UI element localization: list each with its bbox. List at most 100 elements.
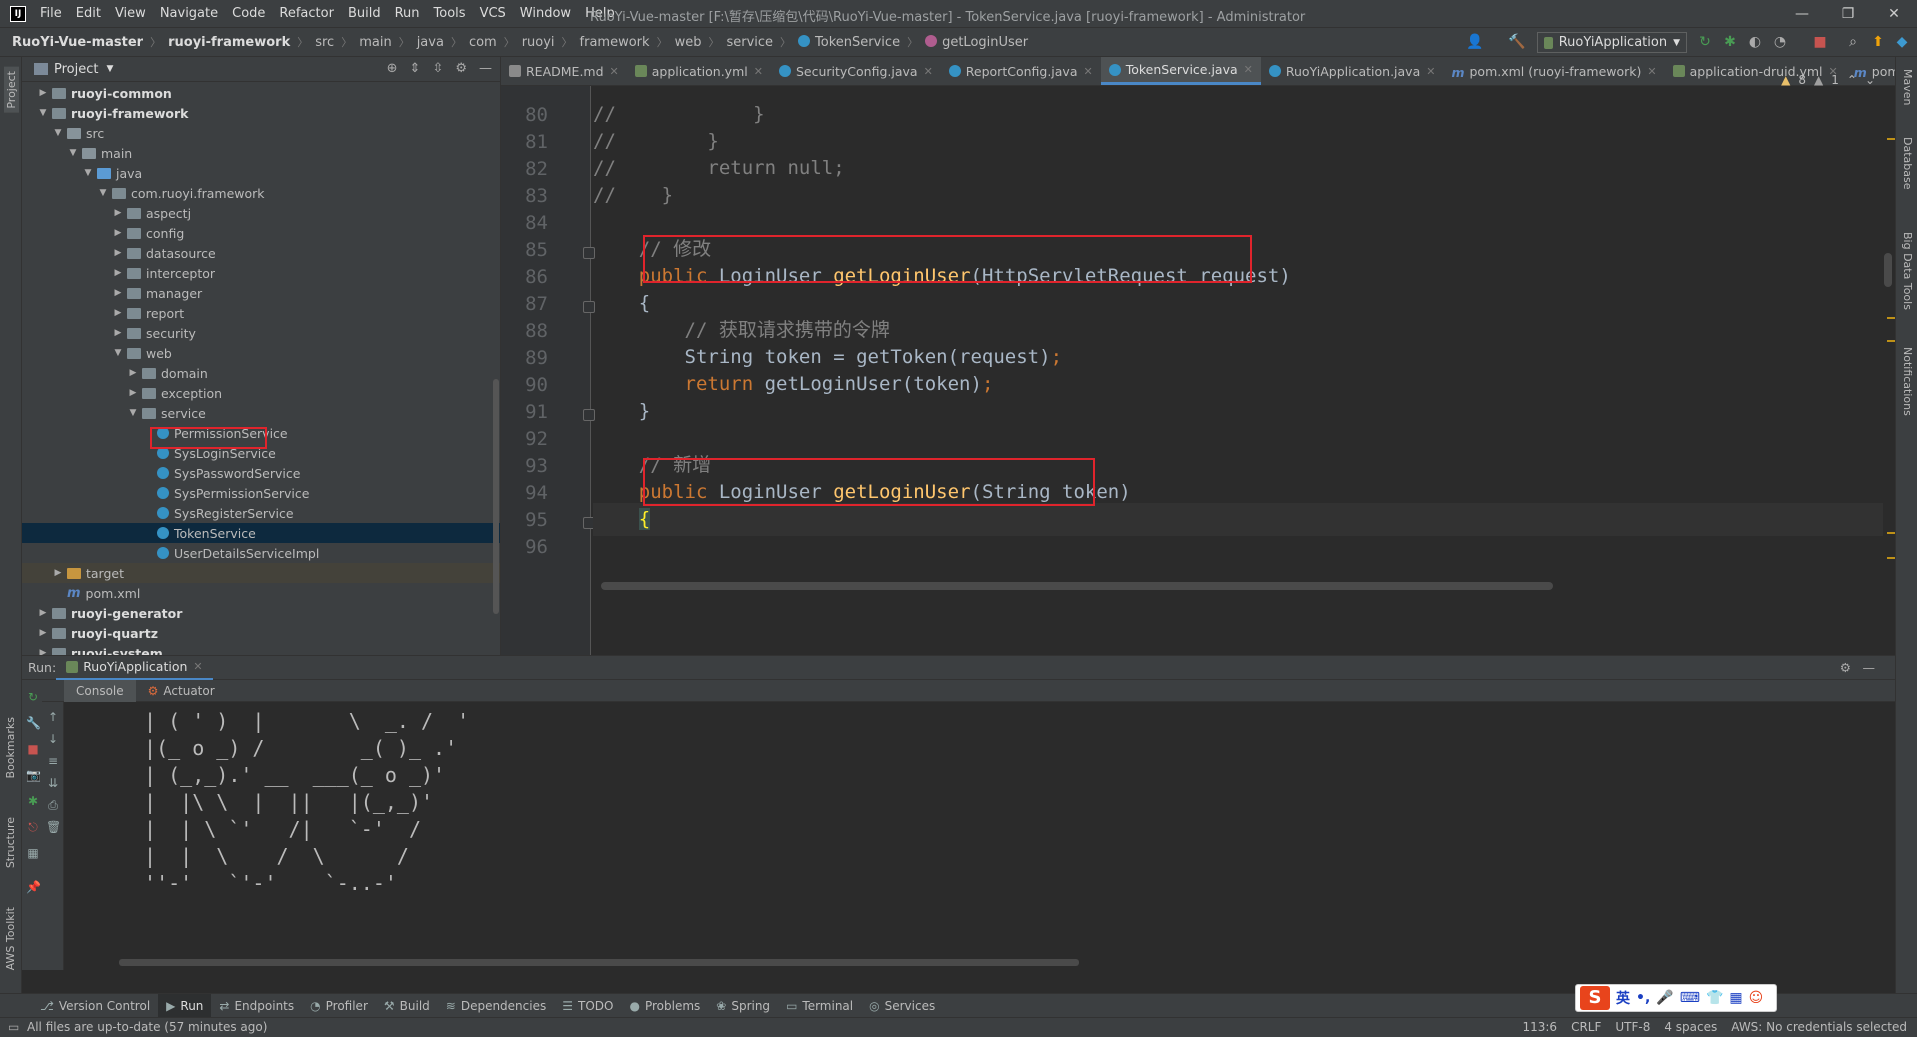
breadcrumb-item[interactable]: framework [580, 35, 650, 50]
tree-item[interactable]: ▼ web [22, 343, 500, 363]
debug-icon[interactable]: ✱ [26, 794, 40, 808]
tree-item[interactable]: ▶ config [22, 223, 500, 243]
arrow-down-icon[interactable]: ↓ [46, 732, 60, 746]
project-tool-button[interactable]: Project [4, 67, 19, 113]
menu-edit[interactable]: Edit [70, 6, 109, 21]
status-icon[interactable]: ▭ [8, 1020, 19, 1034]
tree-item[interactable]: ▼ main [22, 143, 500, 163]
camera-icon[interactable]: 📷 [26, 768, 41, 782]
menu-tools[interactable]: Tools [428, 6, 474, 21]
tree-item[interactable]: UserDetailsServiceImpl [22, 543, 500, 563]
tool-window-dependencies[interactable]: ≋ Dependencies [438, 994, 554, 1018]
chevron-right-icon[interactable]: ▶ [111, 208, 125, 218]
gear-icon[interactable]: ⚙ [1840, 660, 1851, 675]
project-panel-title[interactable]: Project [54, 62, 98, 77]
menu-code[interactable]: Code [226, 6, 273, 21]
hide-panel-icon[interactable]: — [479, 61, 492, 76]
close-icon[interactable]: ✕ [1647, 65, 1656, 78]
chevron-down-icon[interactable]: ▼ [96, 188, 110, 198]
ime-face-icon[interactable]: ☺ [1749, 990, 1764, 1006]
chevron-right-icon[interactable]: ▶ [111, 288, 125, 298]
tool-window-problems[interactable]: ● Problems [621, 994, 708, 1018]
error-stripe-mark[interactable] [1887, 557, 1895, 559]
status-item[interactable]: UTF-8 [1615, 1020, 1650, 1034]
tool-window-version-control[interactable]: ⎇ Version Control [32, 994, 158, 1018]
tree-item[interactable]: ▶ interceptor [22, 263, 500, 283]
pin-icon[interactable]: 📌 [26, 880, 41, 894]
tree-item[interactable]: ▶ ruoyi-system [22, 643, 500, 655]
chevron-down-icon[interactable]: ▼ [36, 108, 50, 118]
chevron-right-icon[interactable]: ▶ [111, 308, 125, 318]
tree-item[interactable]: SysPermissionService [22, 483, 500, 503]
tree-item[interactable]: ▶ target [22, 563, 500, 583]
chevron-down-icon[interactable]: ▼ [126, 408, 140, 418]
status-item[interactable]: AWS: No credentials selected [1731, 1020, 1907, 1034]
big-data-tools-button[interactable]: Big Data Tools [1901, 232, 1914, 310]
chevron-right-icon[interactable]: ▶ [36, 608, 50, 618]
layout-icon[interactable]: ▦ [26, 846, 40, 860]
trash-icon[interactable]: 🗑 [46, 820, 61, 834]
chevron-down-icon[interactable]: ▼ [81, 168, 95, 178]
error-stripe-mark[interactable] [1887, 532, 1895, 534]
tree-item[interactable]: ▼ java [22, 163, 500, 183]
menu-run[interactable]: Run [389, 6, 428, 21]
menu-navigate[interactable]: Navigate [154, 6, 226, 21]
locate-icon[interactable]: ⊕ [387, 61, 398, 76]
menu-view[interactable]: View [109, 6, 154, 21]
tree-item[interactable]: ▶ security [22, 323, 500, 343]
breadcrumb-item[interactable]: java [417, 35, 444, 50]
tree-item[interactable]: SysLoginService [22, 443, 500, 463]
chevron-right-icon[interactable]: ▶ [126, 388, 140, 398]
editor-tab[interactable]: README.md ✕ [501, 57, 627, 85]
chevron-down-icon[interactable]: ▼ [51, 128, 65, 138]
notifications-tool-button[interactable]: Notifications [1901, 347, 1914, 416]
print-icon[interactable]: ⎙ [46, 798, 60, 812]
exit-icon[interactable]: ⎋ [26, 820, 40, 834]
maven-tool-button[interactable]: Maven [1901, 69, 1914, 105]
chevron-down-icon[interactable]: ▼ [106, 64, 113, 74]
editor-tab[interactable]: SecurityConfig.java ✕ [771, 57, 941, 85]
chevron-right-icon[interactable]: ▶ [51, 568, 65, 578]
close-window-button[interactable]: ✕ [1871, 0, 1917, 28]
breadcrumb-item[interactable]: main [359, 35, 391, 50]
tree-item[interactable]: SysPasswordService [22, 463, 500, 483]
breadcrumb-item[interactable]: web [675, 35, 702, 50]
editor-tab[interactable]: TokenService.java ✕ [1100, 57, 1261, 85]
tree-item[interactable]: ▶ ruoyi-common [22, 83, 500, 103]
status-item[interactable]: 4 spaces [1664, 1020, 1717, 1034]
tool-window-spring[interactable]: ❀ Spring [708, 994, 778, 1018]
inspection-widget[interactable]: ▲ 8 ▲ 1 ⌃ ⌄ [1781, 73, 1875, 87]
tree-item[interactable]: ▶ aspectj [22, 203, 500, 223]
tree-item[interactable]: TokenService [22, 523, 500, 543]
expand-all-icon[interactable]: ⇕ [410, 61, 421, 76]
chevron-right-icon[interactable]: ▶ [111, 268, 125, 278]
rerun-icon[interactable]: ↻ [26, 690, 40, 704]
collapse-all-icon[interactable]: ⇳ [432, 61, 443, 76]
error-stripe-mark[interactable] [1887, 138, 1895, 140]
breadcrumb-item[interactable]: com [469, 35, 497, 50]
tree-item[interactable]: ▶ exception [22, 383, 500, 403]
status-item[interactable]: 113:6 [1522, 1020, 1557, 1034]
menu-window[interactable]: Window [514, 6, 579, 21]
tool-window-profiler[interactable]: ◔ Profiler [302, 994, 376, 1018]
tree-item[interactable]: ▼ src [22, 123, 500, 143]
run-config-dropdown[interactable]: RuoYiApplication ▼ [1537, 32, 1687, 53]
chevron-right-icon[interactable]: ▶ [111, 248, 125, 258]
close-icon[interactable]: ✕ [754, 65, 763, 78]
debug-icon[interactable]: ✱ [1722, 34, 1738, 50]
soft-wrap-icon[interactable]: ≡ [46, 754, 60, 768]
grid-icon[interactable]: ▦ [1729, 990, 1742, 1006]
console-tab[interactable]: Console [64, 679, 136, 702]
chevron-right-icon[interactable]: ▶ [36, 628, 50, 638]
build-hammer-icon[interactable]: 🔨 [1508, 34, 1525, 50]
chevron-down-icon[interactable]: ▼ [111, 348, 125, 358]
editor-horizontal-scrollbar[interactable] [601, 582, 1553, 590]
tool-window-terminal[interactable]: ▭ Terminal [778, 994, 861, 1018]
skin-icon[interactable]: 👕 [1706, 990, 1723, 1006]
tree-item[interactable]: ▶ ruoyi-quartz [22, 623, 500, 643]
restore-button[interactable]: ❐ [1825, 0, 1871, 28]
breadcrumb-item[interactable]: RuoYi-Vue-master [12, 35, 143, 50]
status-item[interactable]: CRLF [1571, 1020, 1601, 1034]
tree-item[interactable]: ▶ report [22, 303, 500, 323]
menu-build[interactable]: Build [342, 6, 389, 21]
